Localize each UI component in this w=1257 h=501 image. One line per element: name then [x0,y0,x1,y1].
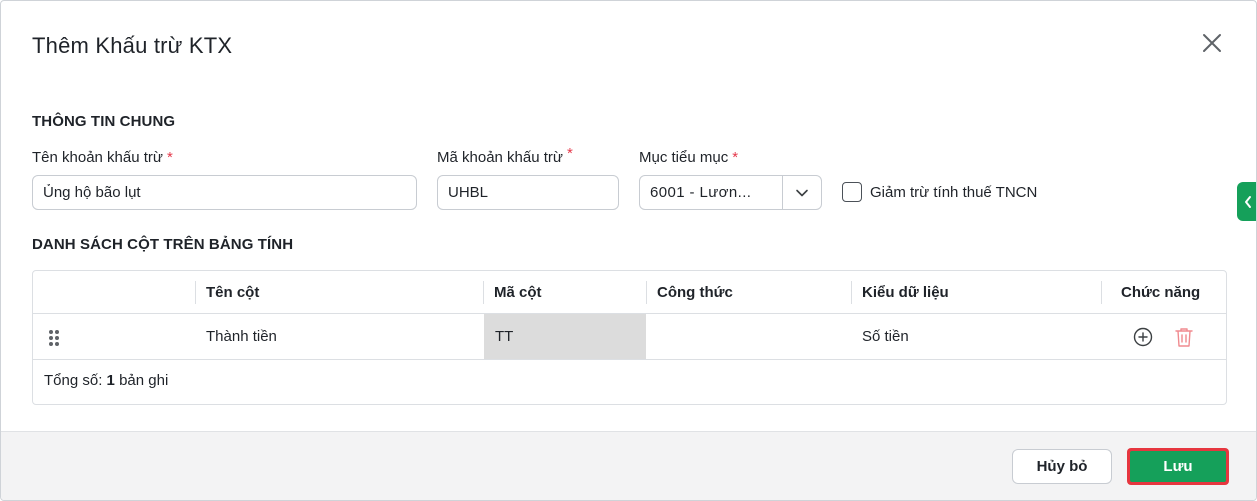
columns-list-heading: DANH SÁCH CỘT TRÊN BẢNG TÍNH [32,236,294,253]
cell-data-type[interactable]: Số tiền [851,314,1101,359]
header-data-type: Kiểu dữ liệu [862,284,949,301]
category-label: Mục tiểu mục * [639,149,738,166]
add-deduction-dialog: Thêm Khấu trừ KTX THÔNG TIN CHUNG Tên kh… [0,0,1257,501]
deduction-code-label: Mã khoản khấu trừ * [437,145,573,166]
tax-deduction-checkbox-wrap[interactable]: Giảm trừ tính thuế TNCN [842,182,1037,202]
required-asterisk: * [166,149,173,166]
table-total: Tổng số: 1 bản ghi [44,372,168,389]
table-row: Thành tiền TT Số tiền [33,314,1226,360]
cell-column-name[interactable]: Thành tiền [195,314,483,359]
dialog-title: Thêm Khấu trừ KTX [32,33,233,58]
total-prefix: Tổng số: [44,372,103,389]
deduction-code-label-text: Mã khoản khấu trừ [437,149,563,166]
deduction-name-input[interactable] [32,175,417,210]
drag-handle-icon[interactable] [48,329,60,352]
category-label-text: Mục tiểu mục [639,149,729,166]
header-actions: Chức năng [1121,284,1201,301]
add-circle-icon[interactable] [1133,327,1153,352]
columns-table: Tên cột Mã cột Công thức Kiểu dữ liệu Ch… [32,270,1227,405]
total-count: 1 [106,372,115,389]
chevron-down-icon[interactable] [782,176,821,209]
deduction-name-label: Tên khoản khấu trừ * [32,149,173,166]
category-select-value: 6001 - Lươn... [650,184,752,201]
required-asterisk: * [732,149,739,166]
chevron-left-icon [1244,195,1251,208]
trash-icon[interactable] [1174,326,1194,353]
tax-deduction-checkbox[interactable] [842,182,862,202]
header-formula: Công thức [657,284,733,301]
required-asterisk: * [566,145,573,162]
column-divider [1101,281,1102,304]
save-button[interactable]: Lưu [1127,448,1229,485]
cancel-button[interactable]: Hủy bỏ [1012,449,1112,484]
total-suffix: bản ghi [119,372,169,389]
save-button-label: Lưu [1130,451,1226,482]
deduction-name-label-text: Tên khoản khấu trừ [32,149,163,166]
header-column-code: Mã cột [494,284,542,301]
tax-deduction-checkbox-label: Giảm trừ tính thuế TNCN [870,183,1038,201]
deduction-code-input[interactable] [437,175,619,210]
header-column-name: Tên cột [206,284,260,301]
category-select[interactable]: 6001 - Lươn... [639,175,822,210]
general-info-heading: THÔNG TIN CHUNG [32,113,176,130]
table-header: Tên cột Mã cột Công thức Kiểu dữ liệu Ch… [33,271,1226,314]
cell-column-code: TT [484,314,646,359]
side-panel-toggle[interactable] [1237,182,1256,221]
cell-formula[interactable] [646,314,851,359]
close-icon[interactable] [1199,30,1225,56]
